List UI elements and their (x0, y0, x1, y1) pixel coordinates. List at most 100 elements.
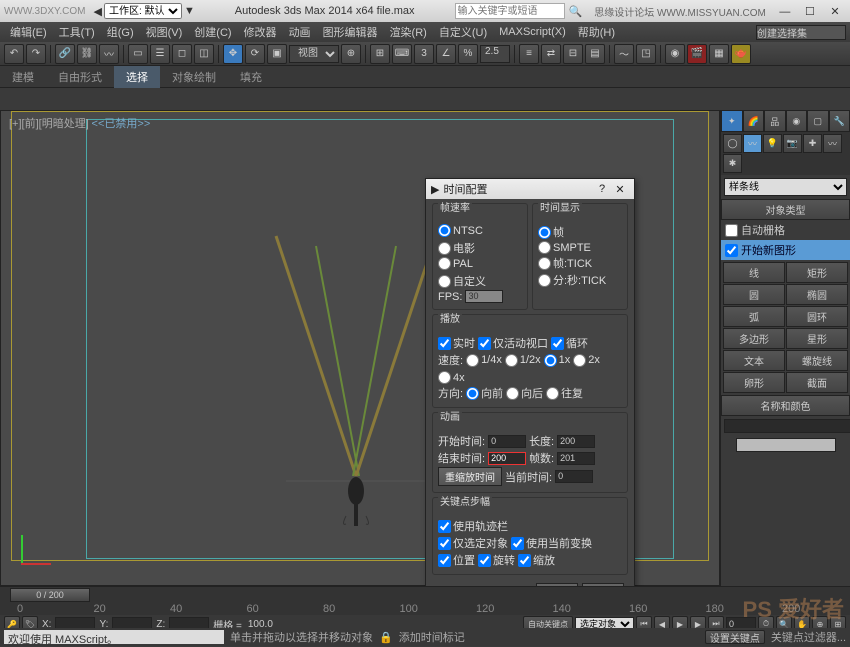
modify-tab-icon[interactable]: 🌈 (743, 110, 765, 132)
dialog-close-icon[interactable]: ✕ (611, 183, 629, 196)
redo-button[interactable]: ↷ (26, 44, 46, 64)
selected-only-checkbox[interactable] (438, 537, 451, 550)
maxscript-prompt[interactable]: 欢迎使用 MAXScript。 (4, 630, 224, 644)
custom-radio[interactable] (438, 275, 451, 288)
window-crossing-button[interactable]: ◫ (194, 44, 214, 64)
circle-button[interactable]: 圆 (723, 284, 785, 305)
menu-maxscript[interactable]: MAXScript(X) (493, 24, 572, 40)
speed-1x-radio[interactable] (544, 354, 557, 367)
angle-snap-button[interactable]: ∠ (436, 44, 456, 64)
bind-spacewarp-button[interactable]: 〰 (99, 44, 119, 64)
menu-tools[interactable]: 工具(T) (53, 22, 101, 42)
spacewarps-icon[interactable]: 〰 (823, 134, 842, 153)
end-time-spinner[interactable]: 200 (488, 452, 526, 465)
add-time-tag[interactable]: 添加时间标记 (399, 629, 465, 645)
use-trackbar-checkbox[interactable] (438, 520, 451, 533)
curve-editor-button[interactable]: 〜 (614, 44, 634, 64)
menu-rendering[interactable]: 渲染(R) (384, 22, 433, 42)
create-tab-icon[interactable]: ✦ (721, 110, 743, 132)
angle-value[interactable]: 2.5 (480, 45, 510, 63)
section-button[interactable]: 截面 (786, 372, 848, 393)
donut-button[interactable]: 圆环 (786, 306, 848, 327)
fps-spinner[interactable]: 30 (465, 290, 503, 303)
manipulate-button[interactable]: ⊞ (370, 44, 390, 64)
active-viewport-checkbox[interactable] (478, 337, 491, 350)
menu-modifiers[interactable]: 修改器 (238, 22, 283, 42)
helpers-icon[interactable]: ✚ (803, 134, 822, 153)
dir-forward-radio[interactable] (466, 387, 479, 400)
layer-button[interactable]: ▤ (585, 44, 605, 64)
geometry-icon[interactable]: ◯ (723, 134, 742, 153)
systems-icon[interactable]: ✱ (723, 154, 742, 173)
workspace-selector[interactable]: ◀ 工作区: 默认 ▼ (93, 3, 194, 19)
percent-snap-button[interactable]: % (458, 44, 478, 64)
render-setup-button[interactable]: 🎬 (687, 44, 707, 64)
minimize-icon[interactable]: — (774, 6, 796, 18)
speed-1-2-radio[interactable] (505, 354, 518, 367)
length-spinner[interactable]: 200 (557, 435, 595, 448)
help-search-input[interactable] (455, 3, 565, 19)
time-ruler[interactable]: 020 4060 80100 120140 160180 200 (0, 603, 850, 615)
ribbon-object-paint[interactable]: 对象绘制 (160, 66, 228, 88)
dialog-titlebar[interactable]: ▶ 时间配置 ? ✕ (426, 179, 634, 199)
render-frame-button[interactable]: ▦ (709, 44, 729, 64)
film-radio[interactable] (438, 242, 451, 255)
named-selection-input[interactable] (756, 25, 846, 40)
shapes-icon[interactable]: 〰 (743, 134, 762, 153)
menu-edit[interactable]: 编辑(E) (4, 22, 53, 42)
hierarchy-tab-icon[interactable]: 品 (764, 110, 786, 132)
ref-coord-dropdown[interactable]: 视图 (289, 45, 339, 63)
arrow-left-icon[interactable]: ◀ (93, 5, 101, 18)
unlink-button[interactable]: ⛓ (77, 44, 97, 64)
frame-count-spinner[interactable]: 201 (557, 452, 595, 465)
start-time-spinner[interactable]: 0 (488, 435, 526, 448)
pivot-button[interactable]: ⊕ (341, 44, 361, 64)
time-slider-track[interactable]: 0 / 200 (0, 587, 850, 603)
ribbon-freeform[interactable]: 自由形式 (46, 66, 114, 88)
line-button[interactable]: 线 (723, 262, 785, 283)
workspace-dropdown[interactable]: 工作区: 默认 (104, 3, 182, 19)
snap-toggle-button[interactable]: 3 (414, 44, 434, 64)
search-icon[interactable]: 🔍 (569, 5, 583, 18)
set-key-button[interactable]: 设置关键点 (705, 630, 765, 644)
dir-reverse-radio[interactable] (506, 387, 519, 400)
ribbon-modeling[interactable]: 建模 (0, 66, 46, 88)
speed-2x-radio[interactable] (573, 354, 586, 367)
key-filters-link[interactable]: 关键点过滤器... (771, 629, 846, 645)
realtime-checkbox[interactable] (438, 337, 451, 350)
align-button[interactable]: ⊟ (563, 44, 583, 64)
dir-pingpong-radio[interactable] (546, 387, 559, 400)
select-rect-button[interactable]: ◻ (172, 44, 192, 64)
egg-button[interactable]: 卵形 (723, 372, 785, 393)
rotation-checkbox[interactable] (478, 554, 491, 567)
render-button[interactable]: 🫖 (731, 44, 751, 64)
lock-icon[interactable]: 🔒 (379, 631, 393, 644)
ribbon-populate[interactable]: 填充 (228, 66, 274, 88)
menu-animation[interactable]: 动画 (283, 22, 317, 42)
speed-4x-radio[interactable] (438, 371, 451, 384)
star-button[interactable]: 星形 (786, 328, 848, 349)
position-checkbox[interactable] (438, 554, 451, 567)
close-icon[interactable]: ✕ (824, 5, 846, 18)
menu-views[interactable]: 视图(V) (140, 22, 189, 42)
mirror-button[interactable]: ⇄ (541, 44, 561, 64)
maximize-icon[interactable]: ☐ (799, 5, 821, 18)
dialog-help-icon[interactable]: ? (593, 183, 611, 195)
keyboard-shortcut-button[interactable]: ⌨ (392, 44, 412, 64)
menu-create[interactable]: 创建(C) (188, 22, 237, 42)
shape-type-dropdown[interactable]: 样条线 (724, 178, 847, 196)
link-button[interactable]: 🔗 (55, 44, 75, 64)
rescale-time-button[interactable]: 重缩放时间 (438, 467, 502, 486)
frames-radio[interactable] (538, 226, 551, 239)
rollout-title[interactable]: 对象类型 (721, 199, 850, 220)
menu-group[interactable]: 组(G) (101, 22, 140, 42)
menu-help[interactable]: 帮助(H) (572, 22, 621, 42)
ngon-button[interactable]: 多边形 (723, 328, 785, 349)
select-move-button[interactable]: ✥ (223, 44, 243, 64)
ellipse-button[interactable]: 椭圆 (786, 284, 848, 305)
frametick-radio[interactable] (538, 257, 551, 270)
start-new-shape-checkbox[interactable] (725, 244, 738, 257)
select-object-button[interactable]: ▭ (128, 44, 148, 64)
mmsstick-radio[interactable] (538, 274, 551, 287)
named-sel-button[interactable]: ≡ (519, 44, 539, 64)
